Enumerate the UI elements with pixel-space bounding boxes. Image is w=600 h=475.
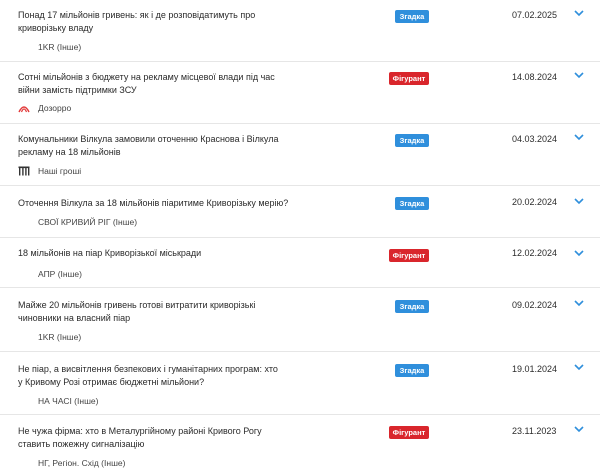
dozorro-logo-icon	[18, 106, 30, 113]
status-badge: Згадка	[395, 364, 429, 377]
source: СВОЇ КРИВИЙ РІГ (Інше)	[18, 217, 137, 227]
source-label: Наші гроші	[38, 166, 82, 176]
source: Наші гроші	[18, 166, 81, 176]
chevron-down-icon[interactable]	[574, 249, 584, 257]
list-item[interactable]: Майже 20 мільйонів гривень готові витрат…	[0, 288, 600, 352]
article-date: 19.01.2024	[512, 364, 558, 374]
list-item[interactable]: Комунальники Вілкула замовили оточенню К…	[0, 124, 600, 186]
article-date: 20.02.2024	[512, 197, 558, 207]
article-title[interactable]: Майже 20 мільйонів гривень готові витрат…	[18, 299, 288, 324]
status-badge: Згадка	[395, 300, 429, 313]
list-item[interactable]: Оточення Вілкула за 18 мільйонів піарити…	[0, 186, 600, 238]
status-badge: Фігурант	[389, 72, 429, 85]
list-item[interactable]: 18 мільйонів на піар Криворізької міськр…	[0, 238, 600, 288]
status-badge: Згадка	[395, 10, 429, 23]
article-title[interactable]: Оточення Вілкула за 18 мільйонів піарити…	[18, 197, 338, 210]
article-date: 14.08.2024	[512, 72, 558, 82]
source: Дозорро	[18, 103, 71, 113]
chevron-down-icon[interactable]	[574, 425, 584, 433]
source: НА ЧАСІ (Інше)	[18, 396, 98, 406]
article-date: 04.03.2024	[512, 134, 558, 144]
article-date: 07.02.2025	[512, 10, 558, 20]
status-badge: Згадка	[395, 134, 429, 147]
source-label: 1KR (Інше)	[38, 42, 82, 52]
source-label: НА ЧАСІ (Інше)	[38, 396, 99, 406]
list-item[interactable]: Сотні мільйонів з бюджету на рекламу міс…	[0, 62, 600, 124]
source-label: 1KR (Інше)	[38, 332, 82, 342]
source: НГ, Регіон. Схід (Інше)	[18, 458, 125, 468]
chevron-down-icon[interactable]	[574, 9, 584, 17]
source: 1KR (Інше)	[18, 332, 81, 342]
source: 1KR (Інше)	[18, 42, 81, 52]
media-mentions-list: Понад 17 мільйонів гривень: як і де розп…	[0, 0, 600, 475]
article-title[interactable]: Не чужа фірма: хто в Металургійному райо…	[18, 425, 288, 450]
list-item[interactable]: Понад 17 мільйонів гривень: як і де розп…	[0, 0, 600, 62]
article-title[interactable]: Понад 17 мільйонів гривень: як і де розп…	[18, 9, 288, 34]
status-badge: Фігурант	[389, 426, 429, 439]
source-label: Дозорро	[38, 103, 72, 113]
article-title[interactable]: 18 мільйонів на піар Криворізької міськр…	[18, 247, 338, 260]
article-title[interactable]: Сотні мільйонів з бюджету на рекламу міс…	[18, 71, 288, 96]
article-title[interactable]: Комунальники Вілкула замовили оточенню К…	[18, 133, 288, 158]
chevron-down-icon[interactable]	[574, 197, 584, 205]
chevron-down-icon[interactable]	[574, 133, 584, 141]
article-title[interactable]: Не піар, а висвітлення безпекових і гума…	[18, 363, 283, 388]
chevron-down-icon[interactable]	[574, 71, 584, 79]
source-label: СВОЇ КРИВИЙ РІГ (Інше)	[38, 217, 138, 227]
source-label: НГ, Регіон. Схід (Інше)	[38, 458, 126, 468]
list-item[interactable]: Не чужа фірма: хто в Металургійному райо…	[0, 415, 600, 475]
source: АПР (Інше)	[18, 269, 82, 279]
chevron-down-icon[interactable]	[574, 363, 584, 371]
article-date: 23.11.2023	[512, 426, 557, 436]
chevron-down-icon[interactable]	[574, 299, 584, 307]
status-badge: Фігурант	[389, 249, 429, 262]
list-item[interactable]: Не піар, а висвітлення безпекових і гума…	[0, 352, 600, 415]
nashi-groshi-logo-icon	[18, 166, 30, 176]
article-date: 09.02.2024	[512, 300, 558, 310]
article-date: 12.02.2024	[512, 248, 558, 258]
source-label: АПР (Інше)	[38, 269, 82, 279]
status-badge: Згадка	[395, 197, 429, 210]
